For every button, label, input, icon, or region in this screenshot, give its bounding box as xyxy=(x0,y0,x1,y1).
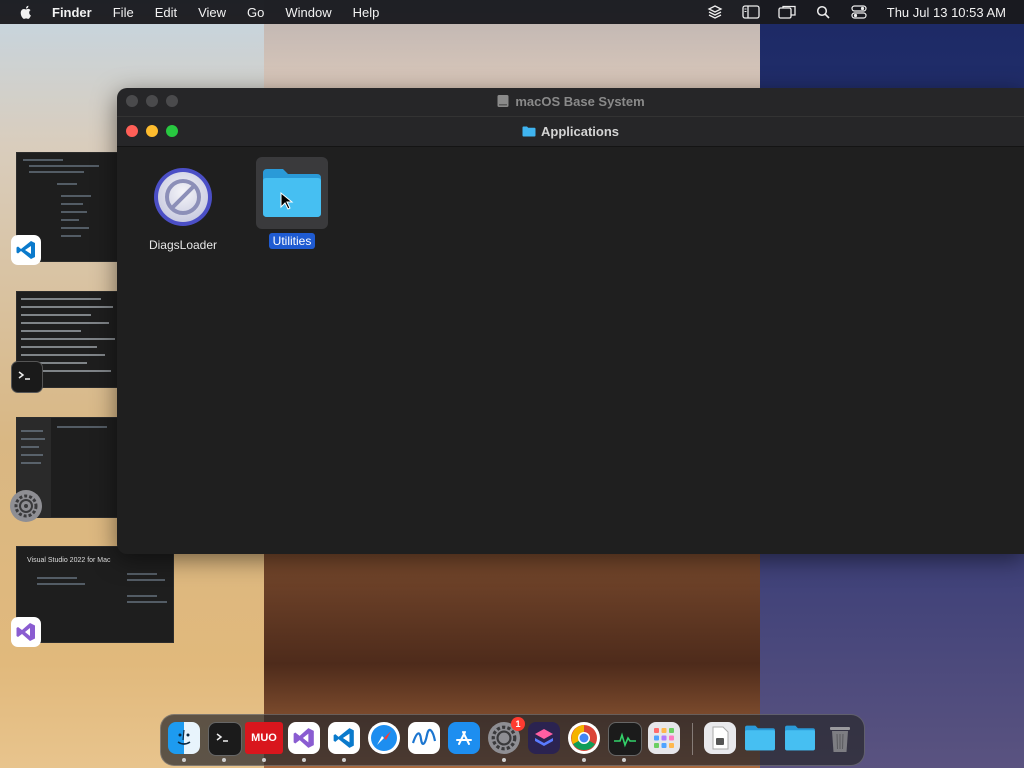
menu-clock[interactable]: Thu Jul 13 10:53 AM xyxy=(887,5,1006,20)
running-indicator xyxy=(222,758,226,762)
finder-window-applications[interactable]: Applications DiagsLoader Utilities xyxy=(117,116,1024,554)
disk-icon xyxy=(497,95,509,107)
safari-icon[interactable] xyxy=(368,722,400,754)
running-indicator xyxy=(582,758,586,762)
menu-view[interactable]: View xyxy=(198,5,226,20)
running-indicator xyxy=(342,758,346,762)
minimize-button[interactable] xyxy=(146,125,158,137)
file-label-diagsloader: DiagsLoader xyxy=(148,238,218,252)
control-center-icon[interactable] xyxy=(849,4,869,20)
sidebar-icon[interactable] xyxy=(741,4,761,20)
minimize-button-inactive[interactable] xyxy=(146,95,158,107)
thumb-visual-studio-title: Visual Studio 2022 for Mac xyxy=(27,557,111,564)
running-indicator xyxy=(622,758,626,762)
terminal-icon[interactable] xyxy=(208,722,242,756)
visual-studio-icon[interactable] xyxy=(288,722,320,754)
zoom-button-inactive[interactable] xyxy=(166,95,178,107)
apple-menu-icon[interactable] xyxy=(18,4,34,20)
window-title: macOS Base System xyxy=(515,93,645,109)
vscode-icon[interactable] xyxy=(11,235,41,265)
file-item-utilities[interactable]: Utilities xyxy=(247,157,337,250)
menu-file[interactable]: File xyxy=(113,5,134,20)
running-indicator xyxy=(262,758,266,762)
zoom-button[interactable] xyxy=(166,125,178,137)
layers-icon[interactable] xyxy=(705,4,725,20)
running-indicator xyxy=(502,758,506,762)
close-button[interactable] xyxy=(126,125,138,137)
document-icon[interactable] xyxy=(704,722,736,754)
finder-window-title: Applications xyxy=(540,124,619,139)
settings-gear-icon[interactable] xyxy=(10,490,42,522)
menu-window[interactable]: Window xyxy=(285,5,331,20)
freeform-icon[interactable] xyxy=(408,722,440,754)
vscode-icon[interactable] xyxy=(328,722,360,754)
muo-icon[interactable]: MUO xyxy=(245,722,283,754)
screen-mirroring-icon[interactable] xyxy=(777,4,797,20)
menu-help[interactable]: Help xyxy=(353,5,380,20)
trash-icon[interactable] xyxy=(824,722,856,754)
window-titlebar[interactable]: macOS Base System xyxy=(117,88,1024,114)
menu-bar: Finder File Edit View Go Window Help Thu… xyxy=(0,0,1024,24)
menu-go[interactable]: Go xyxy=(247,5,264,20)
chrome-icon[interactable] xyxy=(568,722,600,754)
shortcuts-icon[interactable] xyxy=(528,722,560,754)
file-item-diagsloader[interactable]: DiagsLoader xyxy=(138,161,228,254)
visual-studio-icon[interactable] xyxy=(11,617,41,647)
menu-app-name[interactable]: Finder xyxy=(52,5,92,20)
diags-loader-icon[interactable] xyxy=(147,161,219,233)
finder-titlebar[interactable]: Applications xyxy=(117,117,1024,147)
menu-edit[interactable]: Edit xyxy=(155,5,177,20)
dock: MUO 1 xyxy=(160,714,865,766)
activity-monitor-icon[interactable] xyxy=(608,722,642,756)
spotlight-search-icon[interactable] xyxy=(813,4,833,20)
launchpad-icon[interactable] xyxy=(648,722,680,754)
folder-icon[interactable] xyxy=(784,722,816,754)
running-indicator xyxy=(182,758,186,762)
finder-icon[interactable] xyxy=(168,722,200,754)
close-button-inactive[interactable] xyxy=(126,95,138,107)
utilities-folder-icon[interactable] xyxy=(256,157,328,229)
terminal-icon[interactable] xyxy=(11,361,43,393)
settings-gear-icon[interactable]: 1 xyxy=(488,717,525,754)
notification-badge: 1 xyxy=(511,717,525,731)
running-indicator xyxy=(302,758,306,762)
app-store-icon[interactable] xyxy=(448,722,480,754)
dock-separator xyxy=(692,723,693,755)
file-label-utilities: Utilities xyxy=(268,233,316,249)
folder-icon xyxy=(522,126,536,137)
folder-icon[interactable] xyxy=(744,722,776,754)
muo-label: MUO xyxy=(251,732,277,744)
